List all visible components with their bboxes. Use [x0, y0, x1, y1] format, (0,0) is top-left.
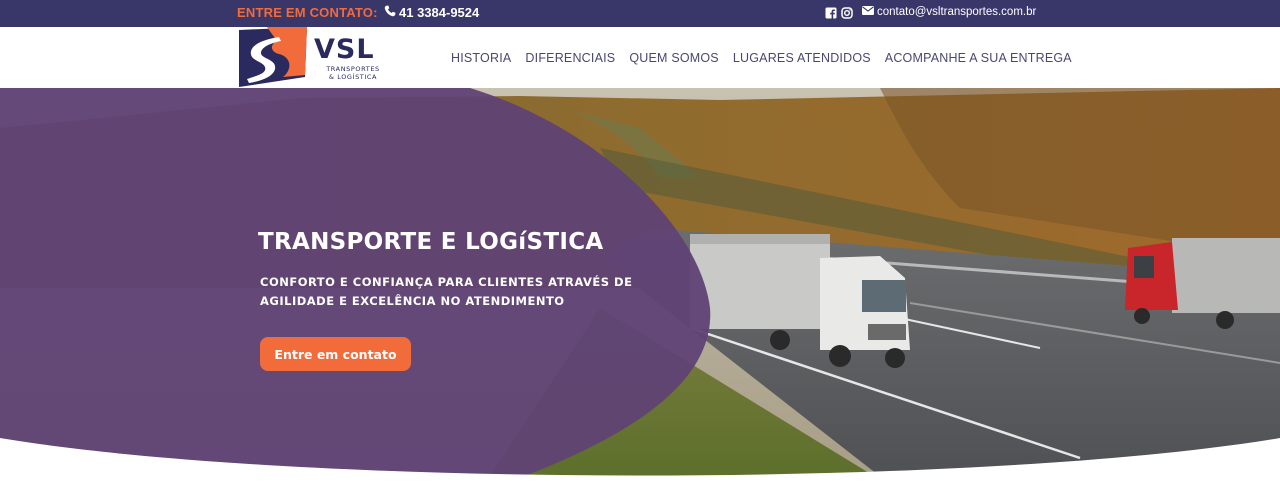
instagram-icon[interactable] — [841, 6, 853, 19]
social-links — [825, 6, 853, 19]
nav-item-quem-somos[interactable]: QUEM SOMOS — [629, 51, 719, 65]
logo-mark-icon — [239, 27, 307, 87]
envelope-icon — [862, 6, 874, 18]
hero-title: TRANSPORTE E LOGíSTICA — [258, 229, 604, 255]
phone-icon — [384, 5, 396, 20]
nav-item-diferenciais[interactable]: DIFERENCIAIS — [525, 51, 615, 65]
logo-tagline: TRANSPORTES & LOGÍSTICA — [317, 65, 389, 81]
contact-label: ENTRE EM CONTATO: — [237, 5, 378, 20]
email-link[interactable]: contato@vsltransportes.com.br — [862, 6, 1036, 18]
phone-link[interactable]: 41 3384-9524 — [384, 5, 479, 20]
hero-subtitle: CONFORTO E CONFIANÇA PARA CLIENTES ATRAV… — [260, 275, 633, 308]
hero-section: TRANSPORTE E LOGíSTICA CONFORTO E CONFIA… — [0, 88, 1280, 492]
email-address: contato@vsltransportes.com.br — [877, 6, 1037, 18]
site-header: VSL TRANSPORTES & LOGÍSTICA HISTORIA DIF… — [0, 27, 1280, 88]
nav-item-acompanhe-entrega[interactable]: ACOMPANHE A SUA ENTREGA — [885, 51, 1072, 65]
nav-item-lugares-atendidos[interactable]: LUGARES ATENDIDOS — [733, 51, 871, 65]
logo-tagline-line2: & LOGÍSTICA — [328, 73, 378, 81]
phone-number: 41 3384-9524 — [399, 5, 480, 20]
main-nav: HISTORIA DIFERENCIAIS QUEM SOMOS LUGARES… — [451, 51, 1072, 65]
facebook-icon[interactable] — [825, 6, 837, 19]
logo-wordmark: VSL — [314, 34, 375, 65]
contact-button[interactable]: Entre em contato — [260, 337, 411, 371]
nav-item-historia[interactable]: HISTORIA — [451, 51, 511, 65]
top-bar: ENTRE EM CONTATO: 41 3384-9524 contato@v… — [0, 0, 1280, 27]
logo[interactable]: VSL TRANSPORTES & LOGÍSTICA — [237, 27, 387, 87]
logo-tagline-line1: TRANSPORTES — [326, 65, 380, 73]
